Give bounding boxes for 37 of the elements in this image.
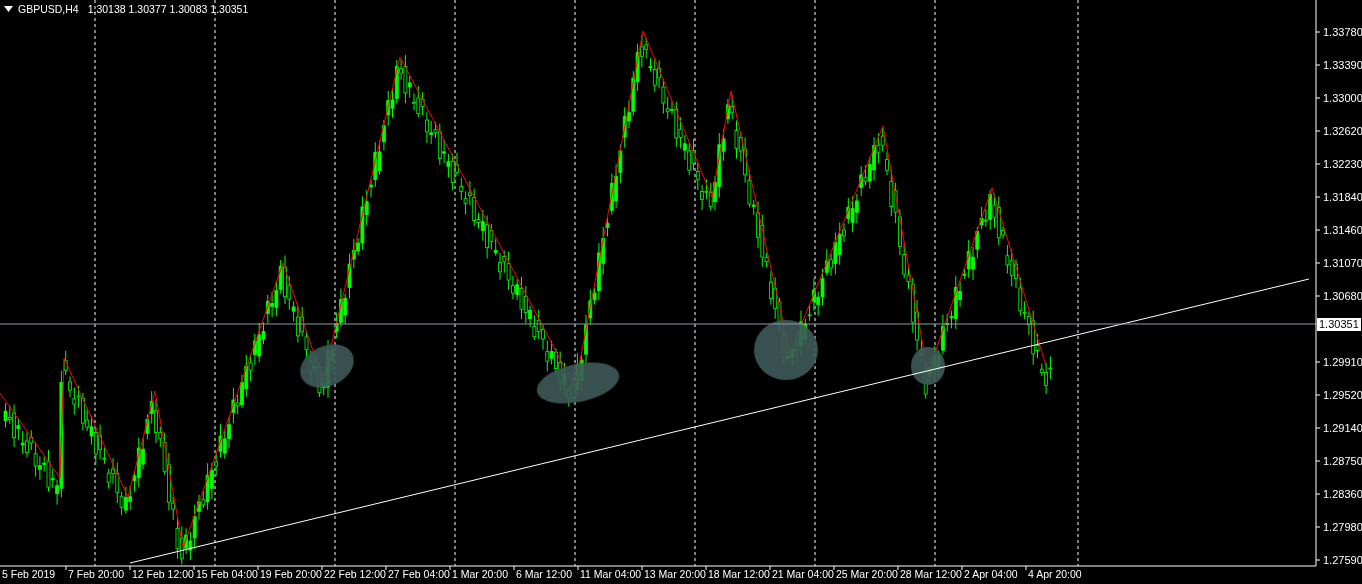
- price-axis-label: 1.30680: [1323, 290, 1362, 302]
- price-axis-label: 1.29520: [1323, 389, 1362, 401]
- price-axis-label: 1.31460: [1323, 224, 1362, 236]
- time-axis-label: 5 Feb 2019: [2, 568, 56, 580]
- time-axis-label: 12 Feb 12:00: [132, 568, 194, 580]
- price-axis-label: 1.33000: [1323, 92, 1362, 104]
- time-axis-label: 18 Mar 12:00: [708, 568, 770, 580]
- time-axis-label: 19 Feb 20:00: [260, 568, 322, 580]
- time-axis-label: 28 Mar 12:00: [900, 568, 962, 580]
- price-axis-label: 1.31070: [1323, 257, 1362, 269]
- time-axis-label: 21 Mar 04:00: [772, 568, 834, 580]
- price-axis-label: 1.32620: [1323, 125, 1362, 137]
- price-axis-label: 1.27980: [1323, 521, 1362, 533]
- symbol-label: GBPUSD,H4: [18, 4, 79, 15]
- price-axis-label: 1.28360: [1323, 488, 1362, 500]
- time-axis-label: 1 Mar 20:00: [452, 568, 509, 580]
- time-axis-label: 15 Feb 04:00: [196, 568, 258, 580]
- price-axis-label: 1.33390: [1323, 59, 1362, 71]
- time-axis-label: 2 Apr 04:00: [964, 568, 1018, 580]
- time-axis-label: 25 Mar 20:00: [836, 568, 898, 580]
- current-price-label: 1.30351: [1317, 318, 1361, 331]
- time-axis-label: 27 Feb 04:00: [388, 568, 450, 580]
- ohlc-quotes: 1.30138 1.30377 1.30083 1.30351: [87, 4, 249, 15]
- price-axis-label: 1.27590: [1323, 554, 1362, 566]
- price-axis-label: 1.31840: [1323, 191, 1362, 203]
- time-axis-label: 11 Mar 04:00: [580, 568, 642, 580]
- time-axis-label: 6 Mar 12:00: [516, 568, 573, 580]
- time-axis-label: 13 Mar 20:00: [644, 568, 706, 580]
- time-axis-label: 7 Feb 20:00: [68, 568, 125, 580]
- price-axis-label: 1.29910: [1323, 356, 1362, 368]
- time-axis-label: 22 Feb 12:00: [324, 568, 386, 580]
- price-axis-label: 1.32230: [1323, 158, 1362, 170]
- price-axis-label: 1.29140: [1323, 422, 1362, 434]
- time-axis-label: 4 Apr 20:00: [1028, 568, 1082, 580]
- price-axis-label: 1.33780: [1323, 26, 1362, 38]
- price-axis-label: 1.28750: [1323, 455, 1362, 467]
- dropdown-triangle-icon[interactable]: [4, 6, 13, 13]
